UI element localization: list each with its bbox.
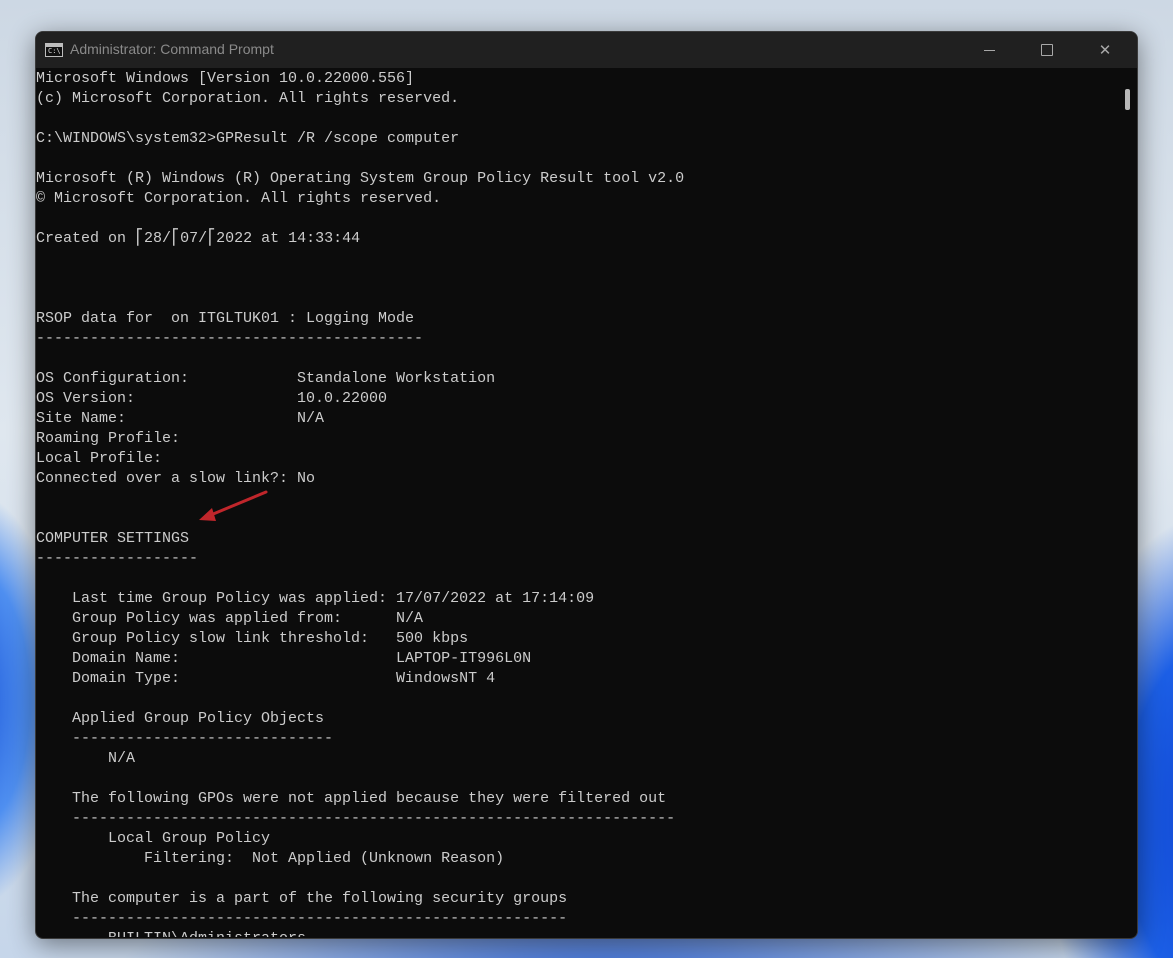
vertical-scrollbar[interactable]: [1120, 69, 1137, 937]
console-line: Local Profile:: [36, 450, 163, 467]
console-line: (c) Microsoft Corporation. All rights re…: [36, 90, 460, 107]
console-line: RSOP data for on ITGLTUK01 : Logging Mod…: [36, 310, 415, 327]
console-line: Group Policy slow link threshold: 500 kb…: [36, 630, 469, 647]
console-line: Domain Type: WindowsNT 4: [36, 670, 496, 687]
console-line: BUILTIN\Administrators: [36, 929, 306, 937]
maximize-button[interactable]: [1018, 32, 1076, 68]
console-line: Microsoft Windows [Version 10.0.22000.55…: [36, 70, 415, 87]
console-line: The computer is a part of the following …: [36, 890, 568, 907]
console-line: Local Group Policy: [36, 830, 271, 847]
console-line: Domain Name: LAPTOP-IT996L0N: [36, 650, 532, 667]
console-line: ------------------: [36, 550, 199, 567]
console-line: Group Policy was applied from: N/A: [36, 610, 424, 627]
console-line: COMPUTER SETTINGS: [36, 530, 190, 547]
console-line: © Microsoft Corporation. All rights rese…: [36, 190, 442, 207]
console-line: ----------------------------------------…: [36, 330, 424, 347]
console-line: ----------------------------------------…: [36, 810, 676, 827]
console-line: Microsoft (R) Windows (R) Operating Syst…: [36, 170, 685, 187]
console-line: The following GPOs were not applied beca…: [36, 790, 667, 807]
close-icon: ✕: [1098, 41, 1112, 59]
command-prompt-window[interactable]: C:\ Administrator: Command Prompt ✕ Micr…: [35, 31, 1138, 939]
console-line: N/A: [36, 750, 136, 767]
console-line: C:\WINDOWS\system32>GPResult /R /scope c…: [36, 130, 460, 147]
cmd-icon: C:\: [45, 43, 63, 57]
minimize-button[interactable]: [960, 32, 1018, 68]
title-bar[interactable]: C:\ Administrator: Command Prompt ✕: [36, 32, 1137, 68]
maximize-icon: [1041, 44, 1053, 56]
console-line: OS Version: 10.0.22000: [36, 390, 388, 407]
console-line: Applied Group Policy Objects: [36, 710, 325, 727]
minimize-icon: [983, 49, 995, 51]
console-line: ----------------------------------------…: [36, 910, 568, 927]
console-line: Site Name: N/A: [36, 410, 325, 427]
window-title: Administrator: Command Prompt: [70, 41, 274, 57]
console-line: Roaming Profile:: [36, 430, 181, 447]
console-line: OS Configuration: Standalone Workstation: [36, 370, 496, 387]
console-line: Last time Group Policy was applied: 17/0…: [36, 590, 595, 607]
close-button[interactable]: ✕: [1076, 32, 1134, 68]
console-line: Created on ⎡28/⎡07/⎡2022 at 14:33:44: [36, 230, 361, 247]
console-line: Filtering: Not Applied (Unknown Reason): [36, 850, 505, 867]
console-output[interactable]: Microsoft Windows [Version 10.0.22000.55…: [36, 69, 1120, 937]
scrollbar-thumb[interactable]: [1125, 89, 1130, 110]
console-line: Connected over a slow link?: No: [36, 470, 316, 487]
console-line: -----------------------------: [36, 730, 334, 747]
